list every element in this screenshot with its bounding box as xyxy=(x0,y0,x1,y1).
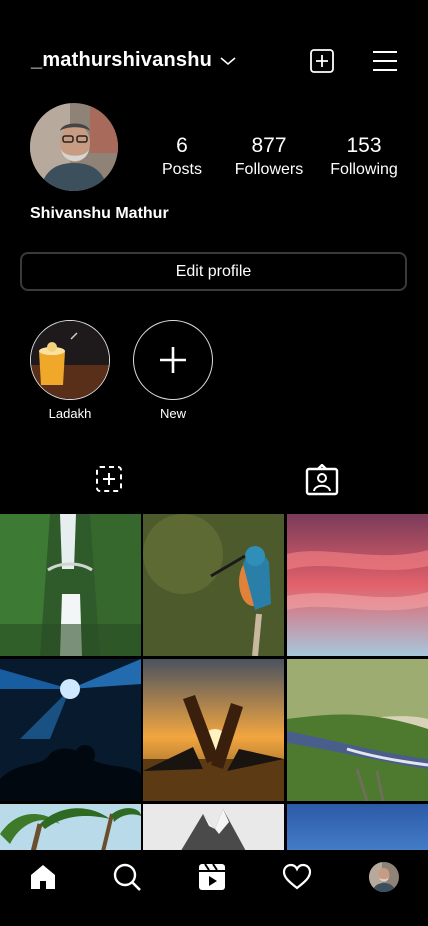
tagged-icon[interactable] xyxy=(305,464,339,496)
post-sunset-sky[interactable] xyxy=(287,514,428,656)
stat-label: Posts xyxy=(161,161,202,178)
highlight-label: Ladakh xyxy=(48,406,92,421)
highlight-cover xyxy=(30,320,110,400)
username-switcher[interactable]: _mathurshivanshu xyxy=(31,49,236,72)
plus-icon xyxy=(160,347,186,373)
highlight-new[interactable]: New xyxy=(133,320,213,421)
full-name: Shivanshu Mathur xyxy=(30,205,169,222)
profile-avatar[interactable] xyxy=(30,103,118,191)
highlight-label: New xyxy=(159,406,186,421)
followers-count[interactable]: 877 Followers xyxy=(233,134,305,179)
add-highlight-circle xyxy=(133,320,213,400)
stat-label: Followers xyxy=(234,161,304,178)
post-waterfall[interactable] xyxy=(0,514,141,656)
chevron-down-icon xyxy=(220,56,236,65)
post-train[interactable] xyxy=(287,659,428,801)
post-kingfisher[interactable] xyxy=(143,514,284,656)
post-bottles-sunset[interactable] xyxy=(143,659,284,801)
highlight-ladakh[interactable]: Ladakh xyxy=(30,320,110,421)
bottom-nav xyxy=(0,850,428,926)
stat-value: 877 xyxy=(251,134,287,157)
stat-label: Following xyxy=(330,161,398,178)
profile-avatar[interactable] xyxy=(369,862,399,892)
search-icon[interactable] xyxy=(112,862,142,892)
reels-icon[interactable] xyxy=(197,862,227,892)
username: _mathurshivanshu xyxy=(31,49,213,71)
new-post-icon[interactable] xyxy=(308,47,336,75)
stat-value: 6 xyxy=(176,134,188,157)
grid-posts-icon[interactable] xyxy=(94,464,124,494)
following-count[interactable]: 153 Following xyxy=(327,134,401,179)
menu-icon[interactable] xyxy=(371,47,399,75)
home-icon[interactable] xyxy=(28,862,58,892)
posts-count[interactable]: 6 Posts xyxy=(157,134,207,179)
stat-value: 153 xyxy=(346,134,382,157)
edit-profile-button[interactable]: Edit profile xyxy=(20,252,407,291)
post-concert[interactable] xyxy=(0,659,141,801)
heart-icon[interactable] xyxy=(282,862,312,892)
